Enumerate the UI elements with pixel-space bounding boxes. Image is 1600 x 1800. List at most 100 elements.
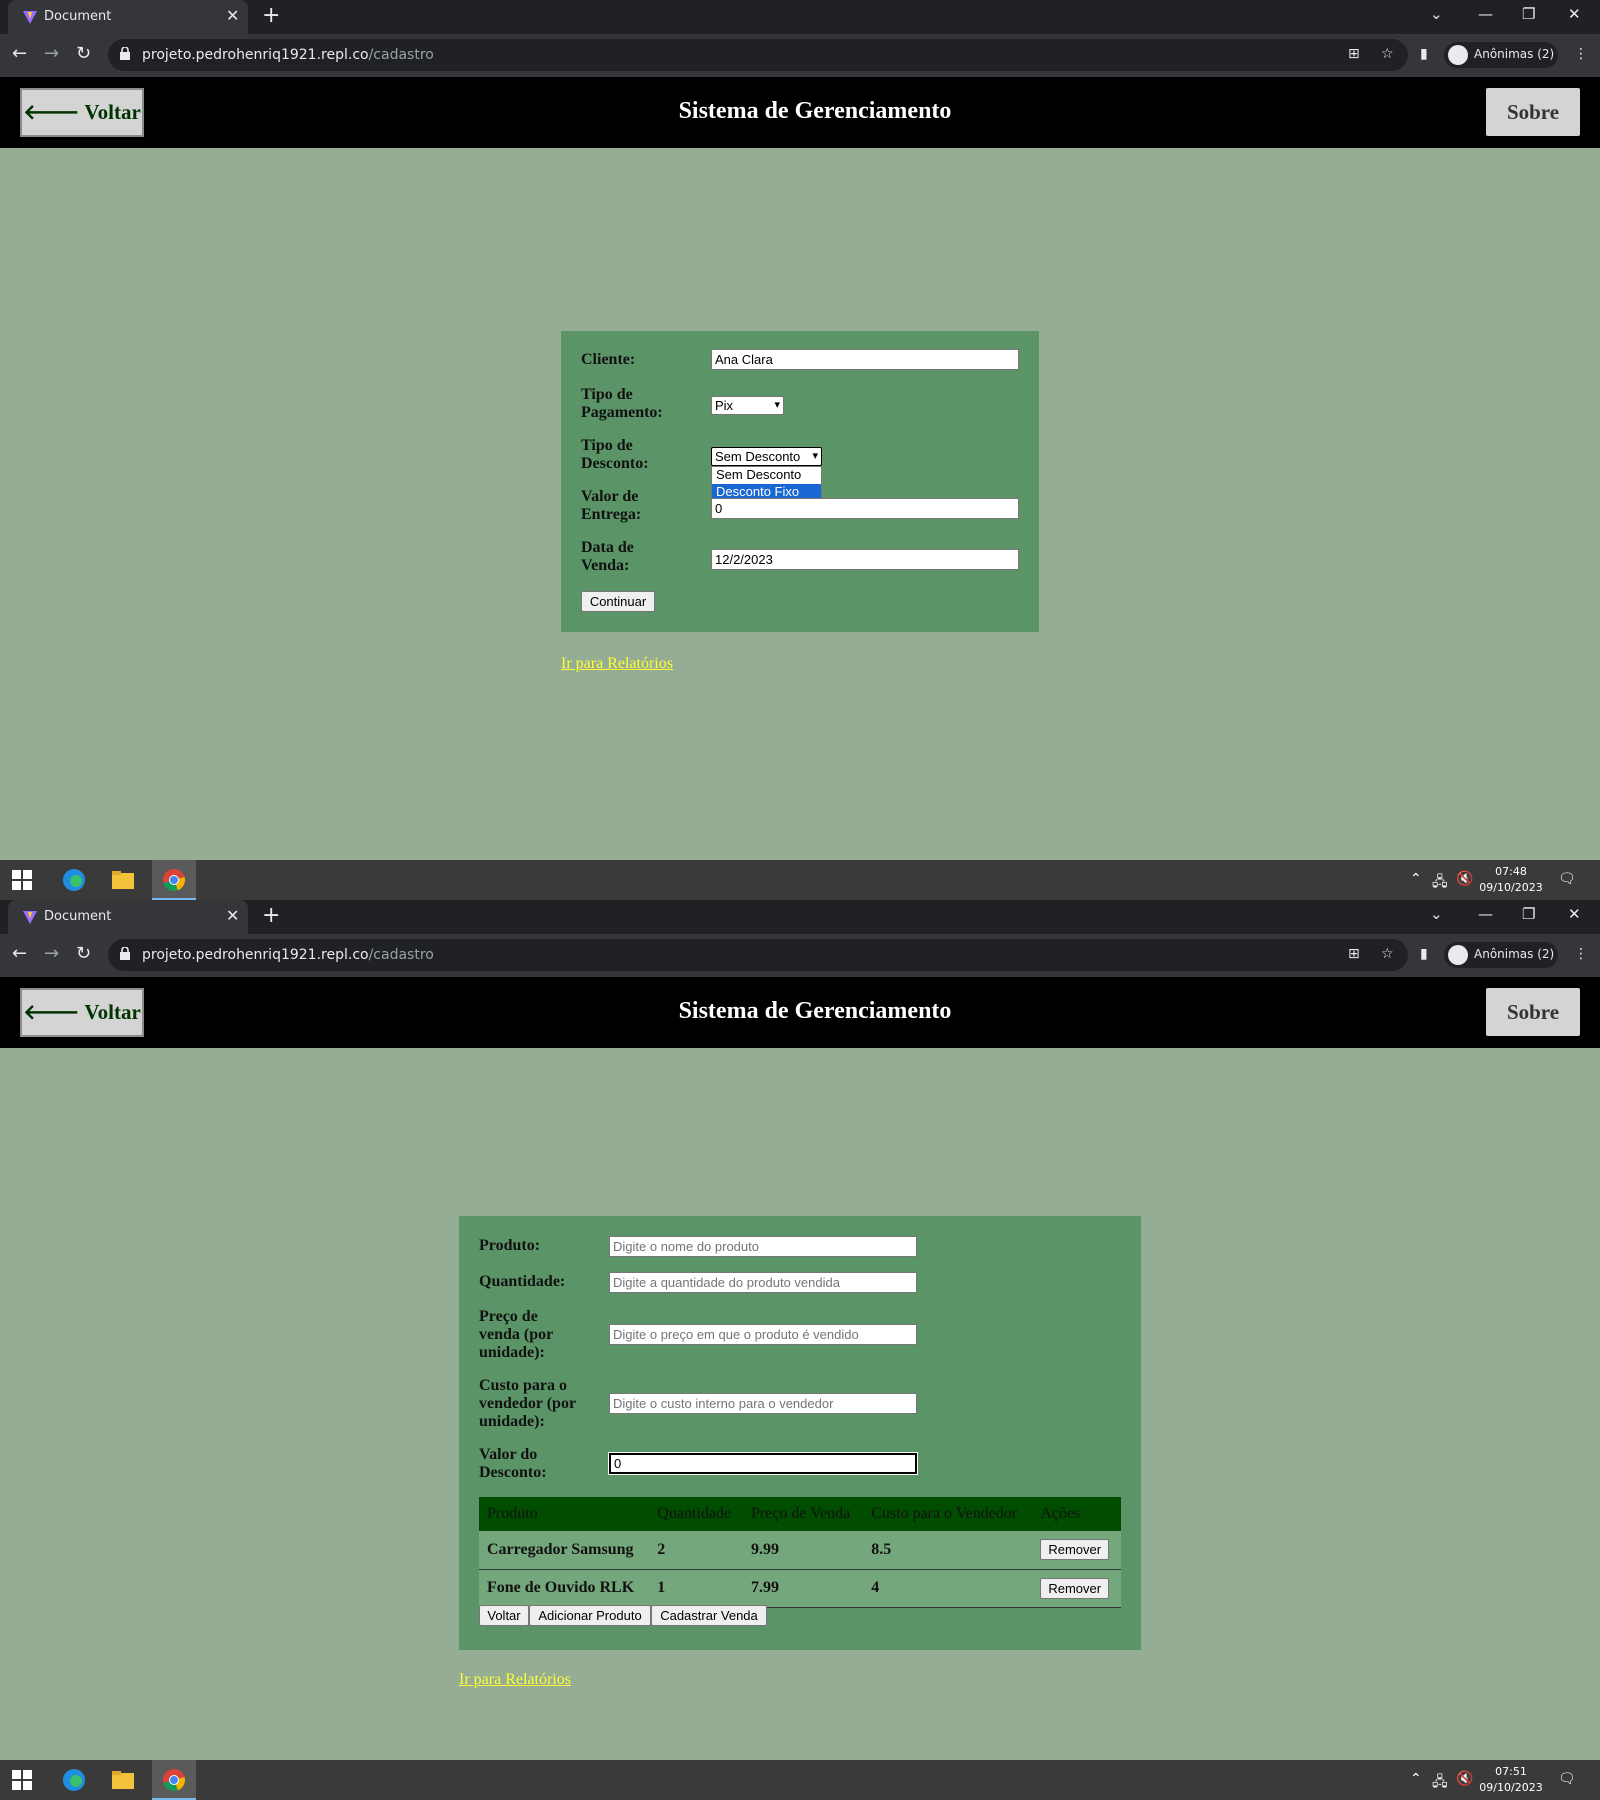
network-icon[interactable]: 🖧 [1432,871,1448,895]
chevron-up-icon[interactable]: ⌃ [1410,871,1422,887]
pagamento-label: Tipo de Pagamento: [581,386,663,421]
tab-title: Document [44,909,112,924]
browser-tab-strip: Document ✕ + ⌄ — ❐ ✕ [0,0,1600,34]
lock-icon [120,947,130,960]
cadastrar-venda-button[interactable]: Cadastrar Venda [651,1605,767,1626]
back-arrow-icon[interactable]: ← [12,43,27,64]
notification-icon[interactable]: 🗨 [1558,1771,1576,1787]
close-window-icon[interactable]: ✕ [1568,5,1581,23]
chevron-down-icon: ▾ [774,399,780,411]
edge-icon[interactable] [62,868,86,892]
forward-arrow-icon[interactable]: → [44,43,59,64]
preco-label: Preço de venda (por unidade): [479,1308,554,1361]
sobre-button[interactable]: Sobre [1486,988,1580,1036]
incognito-profile[interactable]: Anônimas (2) [1444,42,1558,68]
restore-icon[interactable]: ❐ [1522,905,1535,923]
forward-arrow-icon[interactable]: → [44,943,59,964]
entrega-input[interactable] [711,498,1019,519]
file-explorer-icon[interactable] [111,868,135,892]
windows-start-icon[interactable] [12,870,32,890]
app-header: 🡐 Voltar Sistema de Gerenciamento Sobre [0,77,1600,148]
browser-tab[interactable]: Document ✕ [8,900,248,934]
column-header: Preço de Venda [742,1497,864,1531]
incognito-profile[interactable]: Anônimas (2) [1444,942,1558,968]
network-icon[interactable]: 🖧 [1432,1771,1448,1795]
table-row: Fone de Ouvido RLK 1 7.99 4 Remover [479,1569,1121,1608]
incognito-icon [1448,45,1468,65]
cliente-input[interactable] [711,349,1019,370]
profile-label: Anônimas (2) [1474,947,1555,961]
tab-search-icon[interactable]: ⌄ [1430,905,1443,923]
vite-icon [23,11,37,24]
chevron-up-icon[interactable]: ⌃ [1410,1771,1422,1787]
restore-icon[interactable]: ❐ [1522,5,1535,23]
quantidade-input[interactable] [609,1272,917,1293]
translate-icon[interactable]: ⊞ [1348,46,1360,62]
minimize-icon[interactable]: — [1478,5,1493,23]
chrome-taskbar-item[interactable] [152,860,196,900]
reload-icon[interactable]: ↻ [76,43,91,64]
side-panel-icon[interactable]: ▮ [1420,46,1428,62]
data-venda-input[interactable] [711,549,1019,570]
custo-input[interactable] [609,1393,917,1414]
cell-preco: 7.99 [742,1569,864,1608]
back-arrow-icon[interactable]: ← [12,943,27,964]
lock-icon [120,47,130,60]
edge-icon[interactable] [62,1768,86,1792]
translate-icon[interactable]: ⊞ [1348,946,1360,962]
products-table: Produto Quantidade Preço de Venda Custo … [479,1497,1121,1608]
relatorios-link[interactable]: Ir para Relatórios [561,655,673,673]
chrome-taskbar-item[interactable] [152,1760,196,1800]
speaker-muted-icon[interactable]: 🔇 [1456,1771,1473,1787]
speaker-muted-icon[interactable]: 🔇 [1456,871,1473,887]
remover-button[interactable]: Remover [1040,1577,1110,1599]
cell-produto: Carregador Samsung [479,1531,650,1570]
column-header: Produto [479,1497,650,1531]
remover-button[interactable]: Remover [1040,1539,1110,1561]
desconto-valor-input[interactable] [608,1452,918,1475]
clock[interactable]: 07:51 09/10/2023 [1476,1764,1546,1796]
side-panel-icon[interactable]: ▮ [1420,946,1428,962]
table-header-row: Produto Quantidade Preço de Venda Custo … [479,1497,1121,1531]
voltar-form-button[interactable]: Voltar [479,1605,529,1626]
quantidade-label: Quantidade: [479,1273,566,1290]
windows-start-icon[interactable] [12,1770,32,1790]
tab-search-icon[interactable]: ⌄ [1430,5,1443,23]
file-explorer-icon[interactable] [111,1768,135,1792]
close-window-icon[interactable]: ✕ [1568,905,1581,923]
table-row: Carregador Samsung 2 9.99 8.5 Remover [479,1531,1121,1570]
column-header: Custo para o Vendedor [863,1497,1033,1531]
clock[interactable]: 07:48 09/10/2023 [1476,864,1546,896]
notification-icon[interactable]: 🗨 [1558,871,1576,887]
desconto-tipo-select[interactable]: Sem Desconto ▾ [711,447,822,466]
close-icon[interactable]: ✕ [226,906,239,925]
address-bar[interactable]: projeto.pedrohenriq1921.repl.co/cadastro [108,939,1408,971]
reload-icon[interactable]: ↻ [76,943,91,964]
cell-quantidade: 2 [649,1531,743,1570]
pagamento-select[interactable]: Pix ▾ [711,396,784,415]
new-tab-icon[interactable]: + [262,903,280,928]
continuar-button[interactable]: Continuar [581,591,655,612]
page-content: 🡐 Voltar Sistema de Gerenciamento Sobre … [0,977,1600,1760]
adicionar-produto-button[interactable]: Adicionar Produto [529,1605,651,1626]
column-header: Quantidade [649,1497,743,1531]
preco-input[interactable] [609,1324,917,1345]
screenshot-product-form: Document ✕ + ⌄ — ❐ ✕ ← → ↻ projeto.pedro… [0,900,1600,1800]
browser-toolbar: ← → ↻ projeto.pedrohenriq1921.repl.co/ca… [0,34,1600,77]
minimize-icon[interactable]: — [1478,905,1493,923]
close-icon[interactable]: ✕ [226,6,239,25]
menu-icon[interactable]: ⋮ [1574,946,1588,962]
browser-tab[interactable]: Document ✕ [8,0,248,34]
app-title: Sistema de Gerenciamento [678,98,952,124]
star-icon[interactable]: ☆ [1381,946,1394,962]
option-sem-desconto[interactable]: Sem Desconto [712,467,821,484]
star-icon[interactable]: ☆ [1381,46,1394,62]
address-bar[interactable]: projeto.pedrohenriq1921.repl.co/cadastro [108,39,1408,71]
cell-acoes: Remover [1032,1531,1121,1570]
produto-input[interactable] [609,1236,917,1257]
new-tab-icon[interactable]: + [262,3,280,28]
menu-icon[interactable]: ⋮ [1574,46,1588,62]
app-title: Sistema de Gerenciamento [678,998,952,1024]
relatorios-link[interactable]: Ir para Relatórios [459,1671,571,1689]
sobre-button[interactable]: Sobre [1486,88,1580,136]
